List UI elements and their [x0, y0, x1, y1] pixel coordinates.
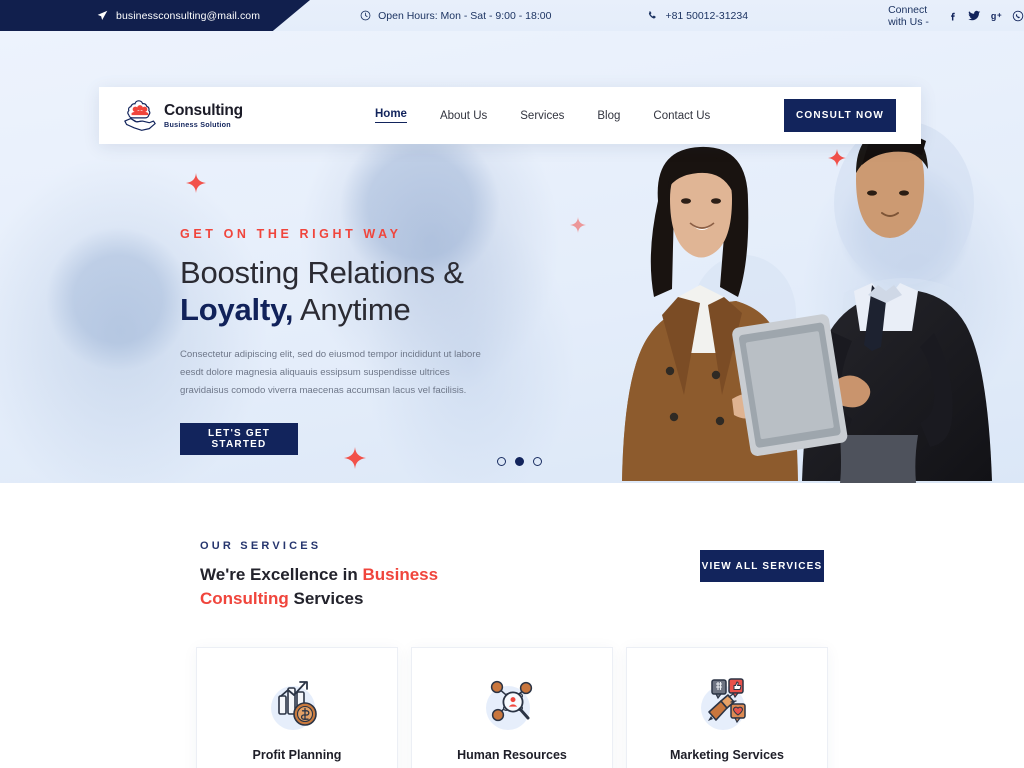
hero-copy: GET ON THE RIGHT WAY Boosting Relations …: [180, 227, 510, 456]
nav-item-blog[interactable]: Blog: [597, 110, 620, 122]
view-all-services-button[interactable]: VIEW ALL SERVICES: [700, 550, 824, 582]
profit-chart-coin-icon: [265, 674, 329, 732]
slide-dot-3[interactable]: [533, 457, 542, 466]
megaphone-marketing-icon: [695, 674, 759, 732]
service-card-title: Human Resources: [457, 748, 567, 763]
slide-dot-2[interactable]: [515, 457, 524, 466]
top-bar-hours-text: Open Hours: Mon - Sat - 9:00 - 18:00: [378, 9, 552, 22]
hero-title-strong: Loyalty,: [180, 291, 294, 327]
connect-with-us-label: Connect with Us -: [888, 3, 929, 28]
top-bar-email-text: businessconsulting@mail.com: [116, 9, 261, 22]
hero-title-line2-rest: Anytime: [293, 291, 411, 327]
service-cards: Profit Planning Consectetur adipiscing e…: [0, 647, 1024, 768]
main-nav: Home About Us Services Blog Contact Us: [375, 108, 710, 123]
top-bar-phone[interactable]: +81 50012-31234: [647, 10, 748, 22]
hero-eyebrow: GET ON THE RIGHT WAY: [180, 227, 402, 241]
logo[interactable]: Consulting Business Solution: [99, 99, 247, 132]
clock-icon: [360, 10, 371, 21]
top-bar-email[interactable]: businessconsulting@mail.com: [97, 10, 260, 22]
hero-paragraph: Consectetur adipiscing elit, sed do eius…: [180, 349, 481, 396]
nav-item-about-us[interactable]: About Us: [440, 110, 487, 122]
paper-plane-icon: [97, 10, 108, 21]
service-card-title: Marketing Services: [670, 748, 784, 763]
top-bar-social-group: Connect with Us - g: [888, 4, 1024, 28]
hero-section: GET ON THE RIGHT WAY Boosting Relations …: [0, 31, 1024, 483]
site-header: Consulting Business Solution Home About …: [99, 87, 921, 144]
services-eyebrow: OUR SERVICES: [200, 540, 322, 552]
services-title-part2: Services: [288, 589, 364, 609]
consult-now-button[interactable]: CONSULT NOW: [784, 99, 896, 132]
top-bar: businessconsulting@mail.com Open Hours: …: [0, 0, 1024, 31]
whatsapp-icon[interactable]: [1012, 9, 1024, 22]
service-card-marketing-services[interactable]: Marketing Services Consectetur adipiscin…: [626, 647, 828, 768]
top-bar-hours: Open Hours: Mon - Sat - 9:00 - 18:00: [360, 10, 551, 22]
logo-tagline: Business Solution: [164, 120, 231, 130]
service-card-title: Profit Planning: [252, 748, 342, 763]
services-heading-group: OUR SERVICES We're Excellence in Busines…: [200, 540, 500, 611]
handshake-people-icon: [124, 99, 156, 131]
nav-item-services[interactable]: Services: [520, 110, 564, 122]
hero-title-line1: Boosting Relations &: [180, 255, 464, 290]
phone-icon: [647, 10, 658, 21]
services-section: OUR SERVICES We're Excellence in Busines…: [0, 483, 1024, 768]
services-header: OUR SERVICES We're Excellence in Busines…: [0, 540, 1024, 611]
twitter-icon[interactable]: [968, 9, 981, 22]
nav-item-contact-us[interactable]: Contact Us: [653, 110, 710, 122]
services-title-part1: We're Excellence in: [200, 565, 363, 584]
facebook-icon[interactable]: [947, 9, 959, 22]
service-card-profit-planning[interactable]: Profit Planning Consectetur adipiscing e…: [196, 647, 398, 768]
hero-title: Boosting Relations & Loyalty, Anytime: [180, 255, 510, 328]
sparkle-icon: [186, 173, 206, 193]
sparkle-icon: [570, 217, 586, 233]
google-plus-icon[interactable]: g: [990, 9, 1003, 22]
slide-dot-1[interactable]: [497, 457, 506, 466]
nav-item-home[interactable]: Home: [375, 108, 407, 123]
top-bar-phone-text: +81 50012-31234: [665, 9, 749, 22]
service-card-human-resources[interactable]: Human Resources Consectetur adipiscing e…: [411, 647, 613, 768]
logo-title: Consulting: [164, 101, 243, 119]
logo-text: Consulting Business Solution: [164, 103, 243, 129]
svg-text:g: g: [991, 11, 996, 21]
services-title: We're Excellence in Business Consulting …: [200, 563, 500, 611]
lets-get-started-button[interactable]: LET'S GET STARTED: [180, 423, 298, 456]
carousel-dots: [497, 457, 542, 466]
human-resources-search-icon: [480, 674, 544, 732]
